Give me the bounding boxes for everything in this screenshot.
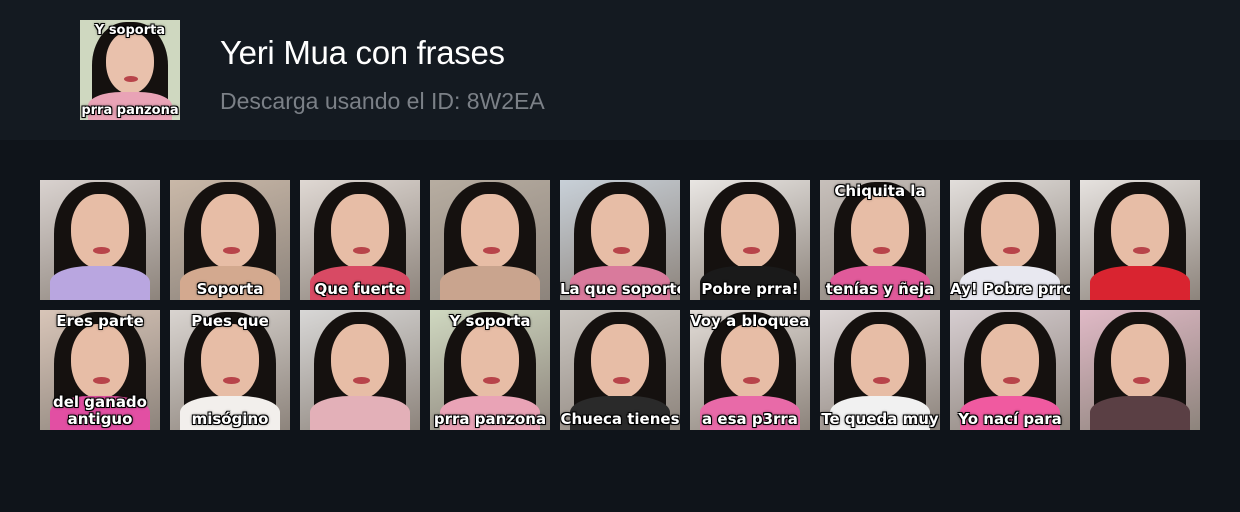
- sticker-caption-top: Voy a bloquear: [690, 312, 810, 330]
- sticker-tile[interactable]: Eres parte del ganado antiguo: [40, 310, 160, 430]
- sticker-caption-bottom: Que fuerte: [314, 280, 406, 298]
- sticker-tile[interactable]: Soporta: [170, 180, 290, 300]
- sticker-caption-bottom: del ganado antiguo: [53, 393, 147, 428]
- sticker-caption-bottom: La que soporte: [560, 280, 680, 298]
- sticker-tile[interactable]: Chiquita la tenías y ñeja: [820, 180, 940, 300]
- sticker-caption-top: Chiquita la: [834, 182, 926, 200]
- sticker-tile[interactable]: Chueca tienes: [560, 310, 680, 430]
- sticker-tile[interactable]: [1080, 180, 1200, 300]
- thumbnail-caption-top: Y soporta: [94, 23, 166, 38]
- sticker-tile[interactable]: Y soporta prra panzona: [430, 310, 550, 430]
- sticker-tile[interactable]: Voy a bloquear a esa p3rra: [690, 310, 810, 430]
- sticker-caption-bottom: Yo nací para: [958, 410, 1062, 428]
- sticker-tile[interactable]: Ay! Pobre prro: [950, 180, 1070, 300]
- sticker-caption-top: Y soporta: [449, 312, 531, 330]
- sticker-pack-header: Y soporta prra panzona Yeri Mua con fras…: [0, 0, 1240, 140]
- sticker-caption-top: Pues que: [191, 312, 269, 330]
- sticker-caption-bottom: a esa p3rra: [702, 410, 798, 428]
- sticker-grid: Soporta Que fuerte La que soporte Pobre prr…: [40, 180, 1200, 430]
- sticker-tile[interactable]: Pues que misógino: [170, 310, 290, 430]
- sticker-caption-bottom: Pobre prra!: [701, 280, 799, 298]
- sticker-tile[interactable]: La que soporte: [560, 180, 680, 300]
- sticker-tile[interactable]: Que fuerte: [300, 180, 420, 300]
- sticker-caption-top: Eres parte: [56, 312, 144, 330]
- sticker-tile[interactable]: [300, 310, 420, 430]
- sticker-caption-bottom: Te queda muy: [821, 410, 939, 428]
- sticker-caption-bottom: prra panzona: [433, 410, 547, 428]
- sticker-caption-bottom: Ay! Pobre prro: [950, 280, 1070, 298]
- sticker-tile[interactable]: [40, 180, 160, 300]
- sticker-caption-bottom: Chueca tienes: [560, 410, 680, 428]
- sticker-tile[interactable]: Te queda muy: [820, 310, 940, 430]
- sticker-tile[interactable]: Yo nací para: [950, 310, 1070, 430]
- pack-download-id: Descarga usando el ID: 8W2EA: [220, 88, 545, 114]
- thumbnail-caption-bottom: prra panzona: [81, 103, 179, 118]
- sticker-caption-bottom: Soporta: [196, 280, 264, 298]
- pack-title: Yeri Mua con frases: [220, 34, 505, 71]
- sticker-tile[interactable]: [1080, 310, 1200, 430]
- pack-thumbnail: Y soporta prra panzona: [80, 20, 180, 120]
- sticker-tile[interactable]: [430, 180, 550, 300]
- sticker-caption-bottom: tenías y ñeja: [825, 280, 935, 298]
- sticker-tile[interactable]: Pobre prra!: [690, 180, 810, 300]
- sticker-caption-bottom: misógino: [191, 410, 269, 428]
